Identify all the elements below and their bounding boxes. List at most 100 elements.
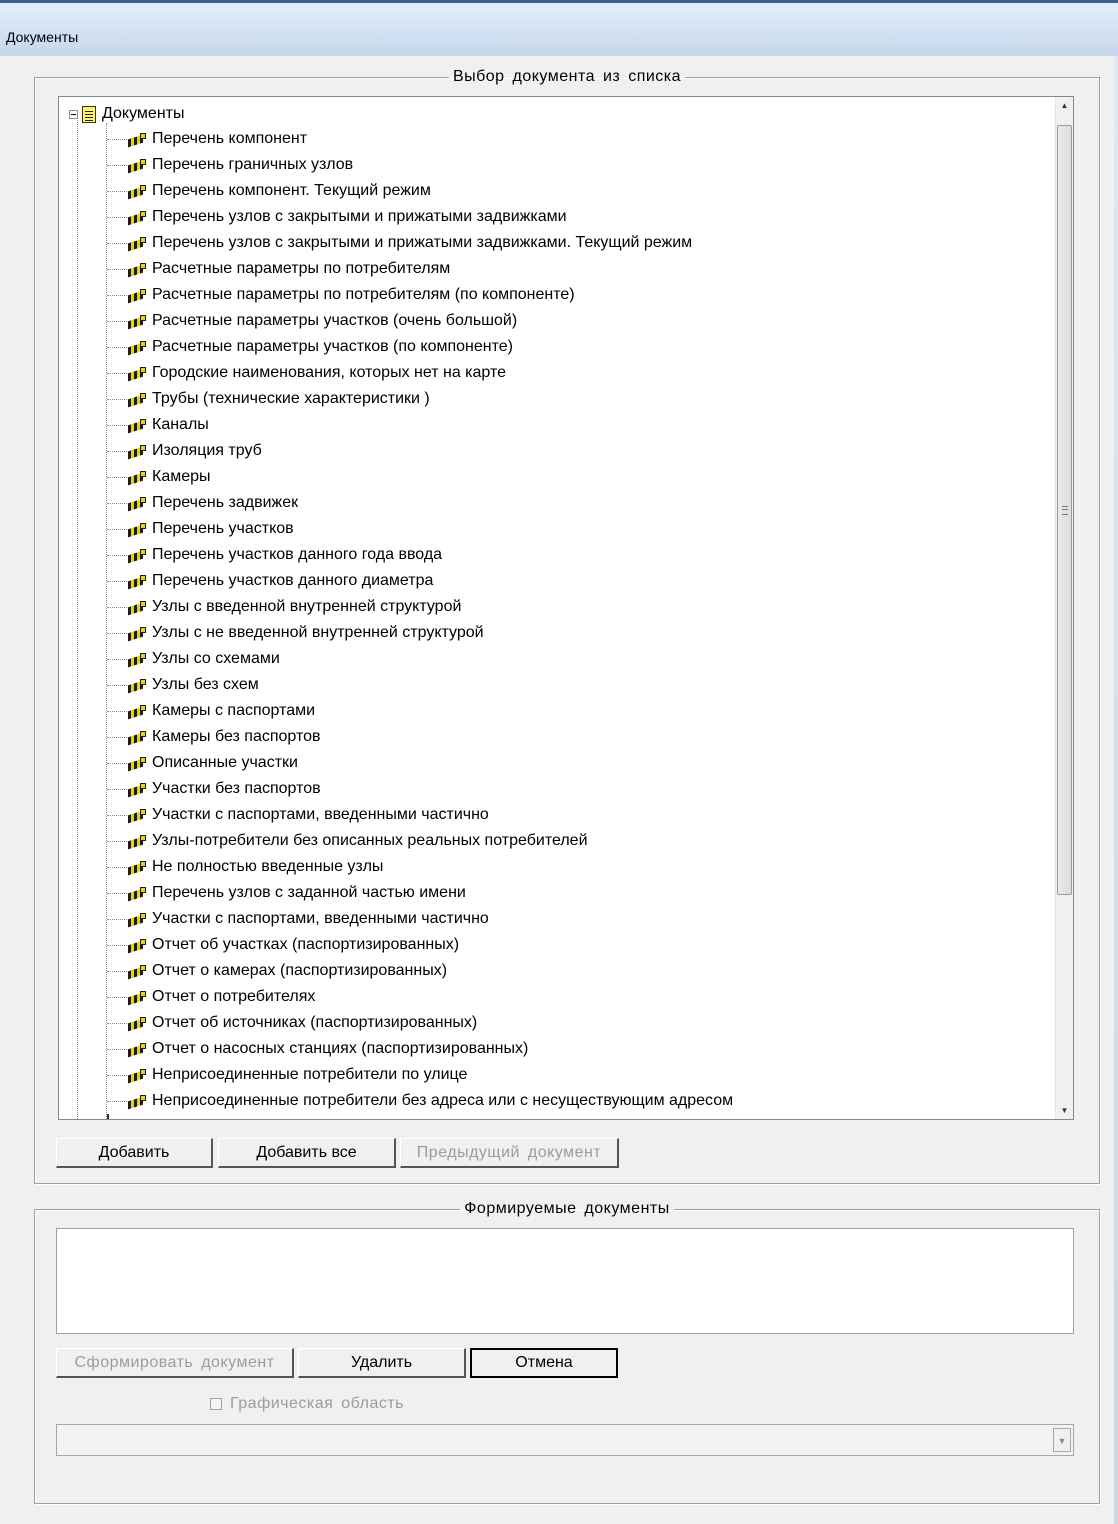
tree-item[interactable]: Участки с паспортами, введенными частичн…: [107, 906, 489, 932]
tree-connector: [107, 918, 127, 920]
graphic-area-checkbox[interactable]: [210, 1398, 222, 1410]
tree-item-label: Камеры: [152, 468, 211, 485]
tree-item[interactable]: Перечень участков данного года ввода: [107, 542, 442, 568]
tree-item[interactable]: Участки без паспортов: [107, 776, 321, 802]
scroll-down-arrow-icon[interactable]: ▼: [1056, 1102, 1073, 1119]
cancel-button[interactable]: Отмена: [470, 1348, 618, 1378]
output-combobox[interactable]: ▼: [56, 1424, 1074, 1456]
tree-item[interactable]: Отчет о камерах (паспортизированных): [107, 958, 447, 984]
previous-document-button[interactable]: Предыдущий документ: [400, 1138, 619, 1168]
window-title: Документы: [6, 29, 79, 45]
tree-next-root-node[interactable]: [107, 1114, 109, 1119]
tree-item-label: Каналы: [152, 416, 209, 433]
delete-button[interactable]: Удалить: [298, 1348, 466, 1378]
tree-item[interactable]: Отчет об участках (паспортизированных): [107, 932, 459, 958]
document-icon: [82, 105, 96, 123]
tree-item-label: Расчетные параметры участков (очень боль…: [152, 312, 518, 329]
tree-connector: [107, 1022, 127, 1024]
tree-item[interactable]: Отчет об источниках (паспортизированных): [107, 1010, 477, 1036]
report-icon: [128, 1094, 147, 1108]
tree-item[interactable]: Трубы (технические характеристики ): [107, 386, 430, 412]
report-icon: [128, 600, 147, 614]
tree-item[interactable]: Перечень узлов с закрытыми и прижатыми з…: [107, 204, 567, 230]
tree-item[interactable]: Перечень задвижек: [107, 490, 298, 516]
tree-item[interactable]: Отчет о насосных станциях (паспортизиров…: [107, 1036, 528, 1062]
tree-item-label: Расчетные параметры по потребителям (по …: [152, 286, 575, 303]
tree-item-label: Отчет о камерах (паспортизированных): [152, 962, 448, 979]
report-icon: [128, 470, 147, 484]
tree-item[interactable]: Расчетные параметры участков (очень боль…: [107, 308, 517, 334]
tree-item[interactable]: Узлы-потребители без описанных реальных …: [107, 828, 588, 854]
tree-item[interactable]: Перечень компонент: [107, 126, 307, 152]
tree-item[interactable]: Расчетные параметры по потребителям (по …: [107, 282, 575, 308]
tree-item-label: Узлы со схемами: [152, 650, 280, 667]
tree-item[interactable]: Описанные участки: [107, 750, 298, 776]
tree-item[interactable]: Каналы: [107, 412, 209, 438]
report-icon: [128, 964, 147, 978]
tree-item-label: Отчет об источниках (паспортизированных): [152, 1014, 478, 1031]
collapse-minus-icon[interactable]: [69, 109, 78, 119]
tree-item[interactable]: Перечень граничных узлов: [107, 152, 353, 178]
tree-connector: [107, 268, 127, 270]
tree-item[interactable]: Перечень участков данного диаметра: [107, 568, 433, 594]
tree-item[interactable]: Перечень узлов с закрытыми и прижатыми з…: [107, 230, 692, 256]
scroll-up-arrow-icon[interactable]: ▲: [1056, 97, 1073, 114]
tree-item[interactable]: Участки с паспортами, введенными частичн…: [107, 802, 489, 828]
tree-item[interactable]: Неприсоединенные потребители без адреса …: [107, 1088, 733, 1114]
scroll-thumb[interactable]: [1057, 125, 1072, 895]
tree-item[interactable]: Камеры без паспортов: [107, 724, 321, 750]
tree-item[interactable]: Расчетные параметры по потребителям: [107, 256, 450, 282]
report-icon: [128, 626, 147, 640]
tree-connector: [107, 814, 127, 816]
tree-item[interactable]: Не полностью введенные узлы: [107, 854, 383, 880]
report-icon: [128, 756, 147, 770]
report-icon: [128, 886, 147, 900]
tree-item[interactable]: Перечень узлов с заданной частью имени: [107, 880, 466, 906]
report-icon: [128, 912, 147, 926]
tree-item[interactable]: Узлы с не введенной внутренней структуро…: [107, 620, 484, 646]
report-icon: [128, 132, 147, 146]
tree-item[interactable]: Камеры: [107, 464, 211, 490]
tree-item-label: Расчетные параметры по потребителям: [152, 260, 451, 277]
tree-connector: [107, 762, 127, 764]
graphic-area-checkbox-row[interactable]: Графическая область: [210, 1394, 404, 1414]
report-icon: [128, 158, 147, 172]
tree-connector: [107, 1048, 127, 1050]
document-tree[interactable]: Документы Перечень компонент Перечень гра…: [58, 96, 1074, 1120]
tree-item-label: Участки без паспортов: [152, 780, 321, 797]
tree-item[interactable]: Изоляция труб: [107, 438, 262, 464]
add-button[interactable]: Добавить: [56, 1138, 213, 1168]
formed-documents-list[interactable]: [56, 1228, 1074, 1334]
dropdown-arrow-icon[interactable]: ▼: [1053, 1428, 1071, 1452]
form-document-button[interactable]: Сформировать документ: [56, 1348, 294, 1378]
tree-item-label: Камеры без паспортов: [152, 728, 321, 745]
tree-item[interactable]: Неприсоединенные потребители по улице: [107, 1062, 467, 1088]
tree-connector: [107, 346, 127, 348]
tree-connector: [107, 320, 127, 322]
tree-item[interactable]: Узлы без схем: [107, 672, 259, 698]
add-all-button[interactable]: Добавить все: [218, 1138, 396, 1168]
tree-item[interactable]: Расчетные параметры участков (по компоне…: [107, 334, 513, 360]
tree-item-label: Неприсоединенные потребители по улице: [152, 1066, 468, 1083]
tree-item[interactable]: Узлы с введенной внутренней структурой: [107, 594, 461, 620]
report-icon: [128, 522, 147, 536]
tree-connector: [107, 684, 127, 686]
tree-item-label: Трубы (технические характеристики ): [152, 390, 430, 407]
tree-item[interactable]: Камеры с паспортами: [107, 698, 315, 724]
tree-item[interactable]: Узлы со схемами: [107, 646, 280, 672]
tree-item-label: Неприсоединенные потребители без адреса …: [152, 1092, 734, 1109]
tree-item[interactable]: Отчет о потребителях: [107, 984, 315, 1010]
tree-connector: [107, 138, 127, 140]
report-icon: [128, 1068, 147, 1082]
tree-root-node[interactable]: Документы: [69, 103, 184, 125]
report-icon: [128, 834, 147, 848]
tree-item[interactable]: Перечень компонент. Текущий режим: [107, 178, 431, 204]
tree-item[interactable]: Перечень участков: [107, 516, 294, 542]
tree-item[interactable]: Городские наименования, которых нет на к…: [107, 360, 506, 386]
title-bar[interactable]: Документы: [0, 0, 1118, 56]
tree-scrollbar[interactable]: ▲ ▼: [1055, 97, 1073, 1119]
tree-item-label: Описанные участки: [152, 754, 298, 771]
tree-item-label: Перечень участков данного диаметра: [152, 572, 434, 589]
tree-item-label: Отчет о насосных станциях (паспортизиров…: [152, 1040, 529, 1057]
documents-window: Документы Выбор документа из списка Доку…: [0, 0, 1118, 1524]
